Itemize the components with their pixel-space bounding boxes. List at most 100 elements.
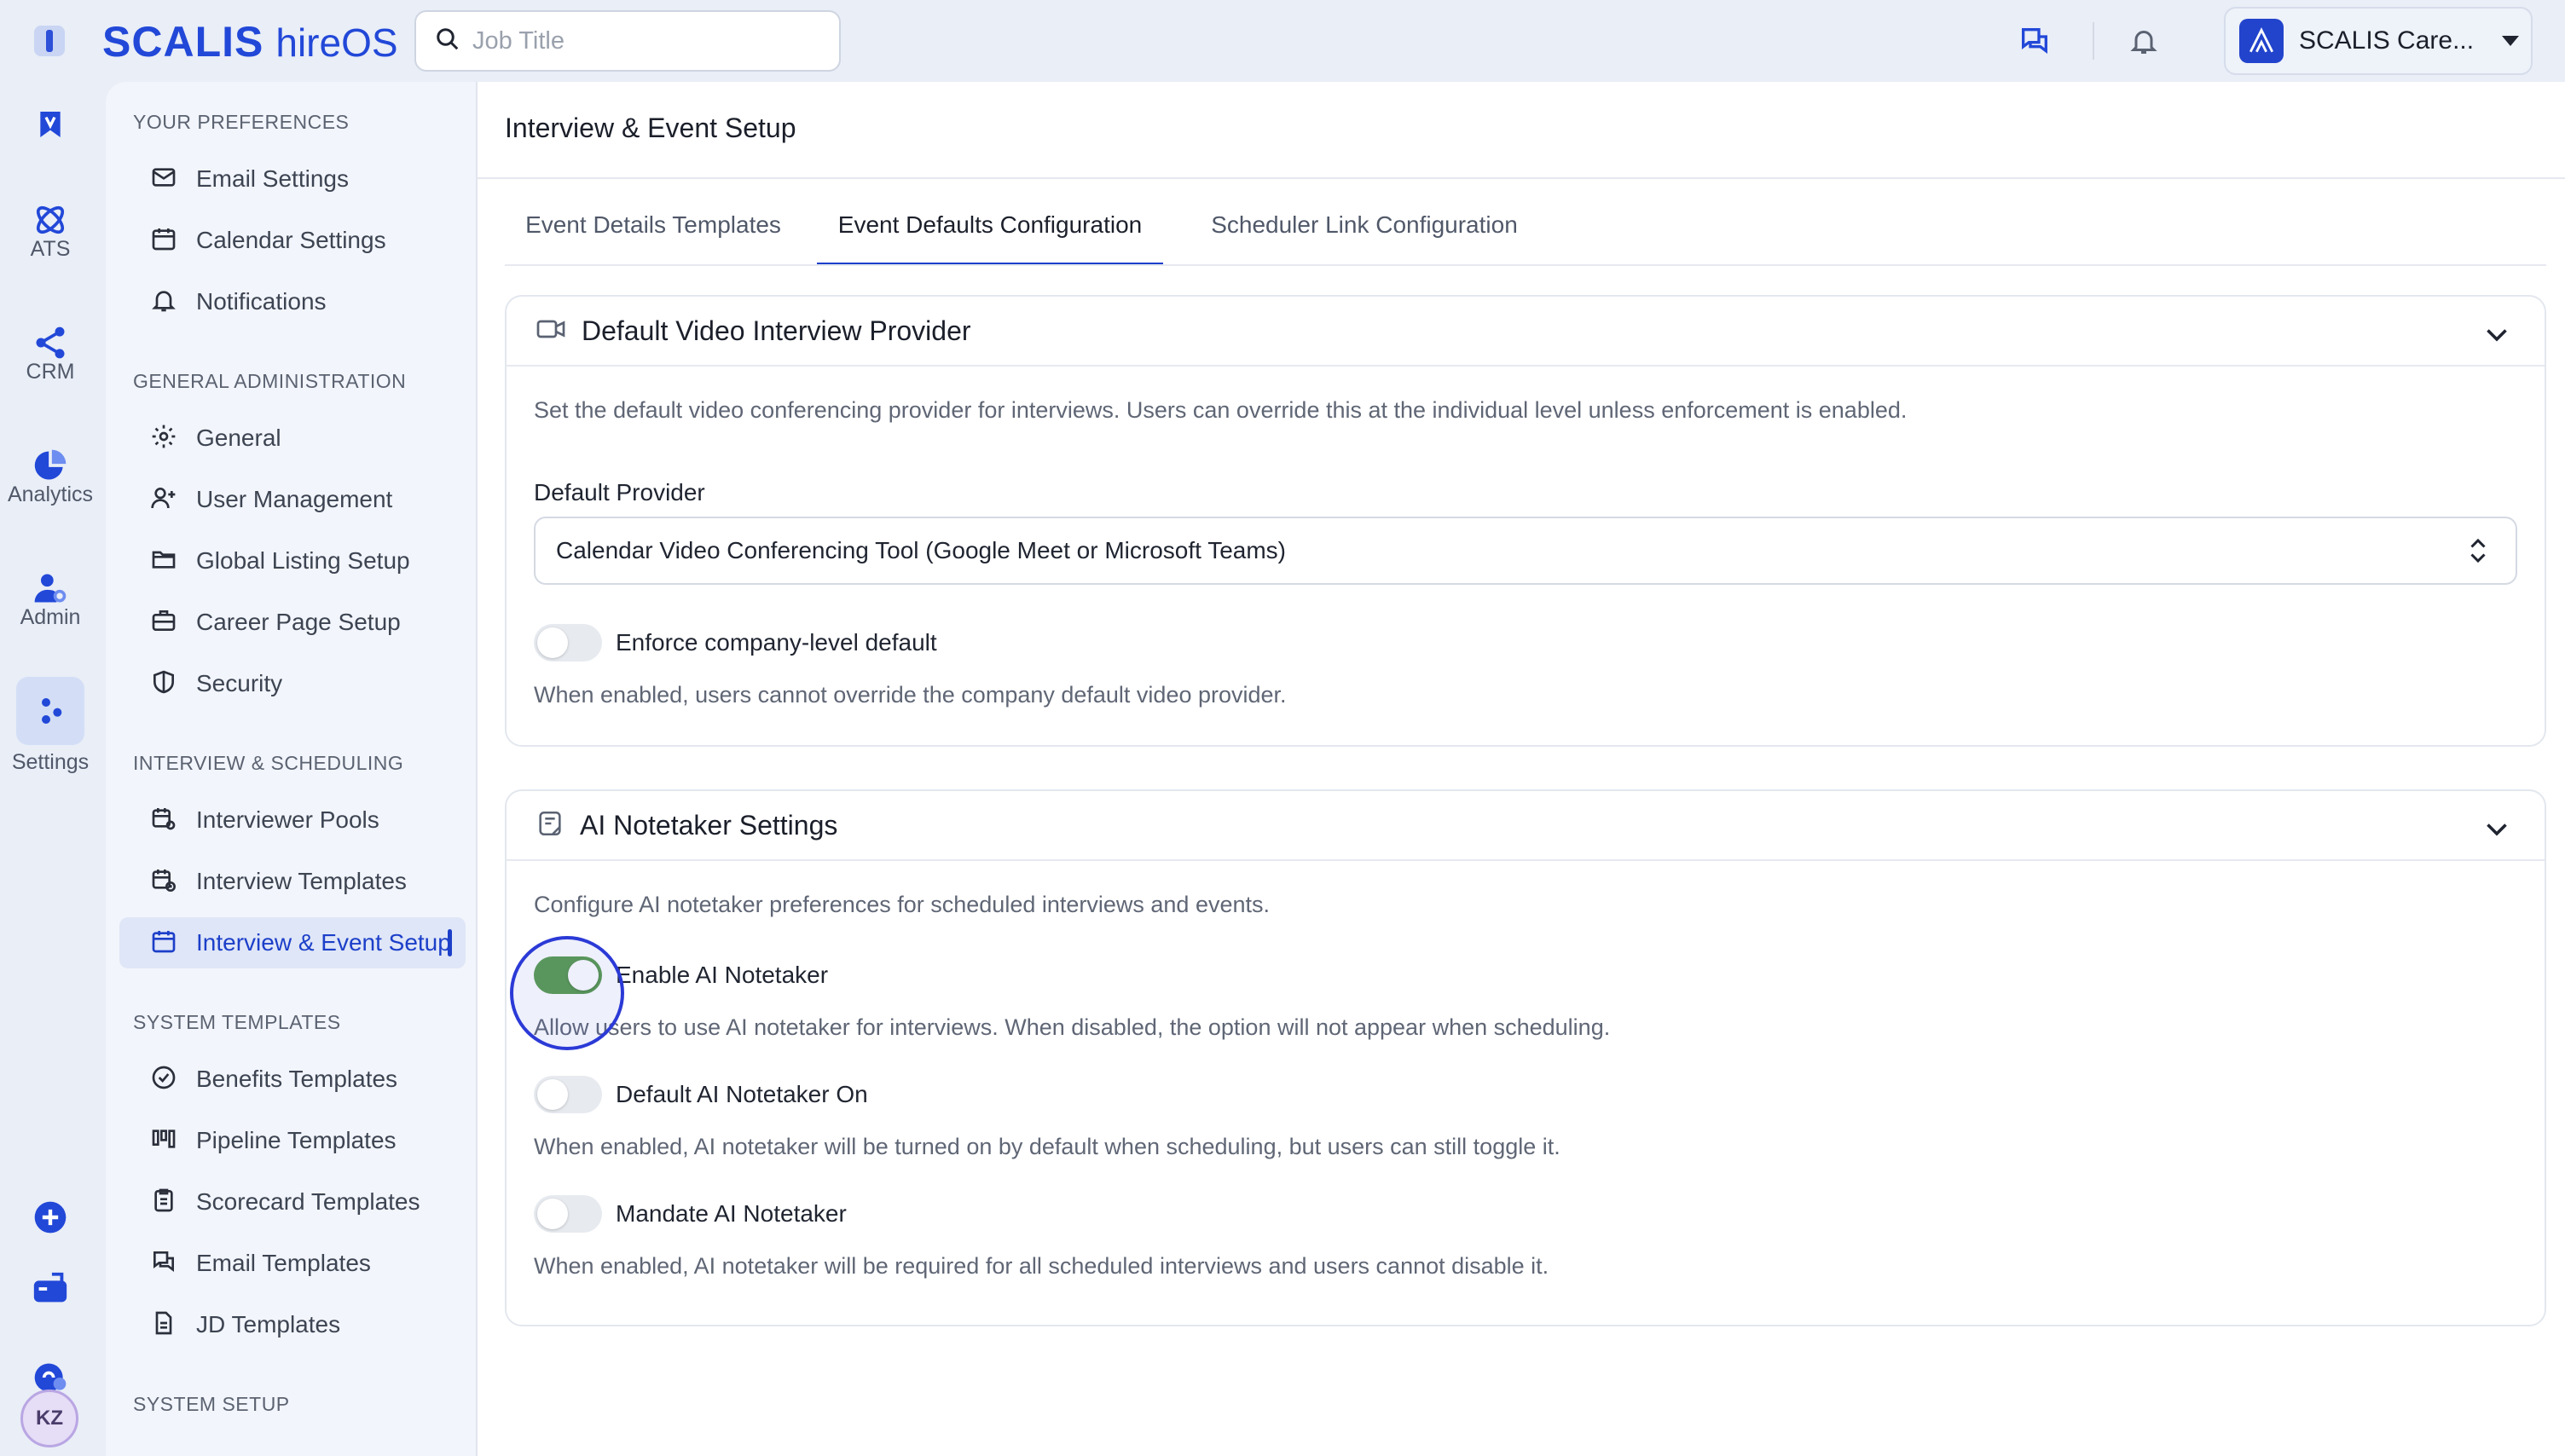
brand-name: SCALIS xyxy=(102,18,264,66)
rail-crm[interactable]: CRM xyxy=(0,309,101,384)
video-provider-description: Set the default video conferencing provi… xyxy=(534,397,1908,423)
gear-icon xyxy=(150,423,177,454)
sidebar-item-interviewer-pools[interactable]: Interviewer Pools xyxy=(119,794,466,846)
tabs-divider xyxy=(505,264,2546,266)
pipeline-icon xyxy=(150,1125,177,1157)
bell-icon[interactable] xyxy=(2123,20,2164,61)
sidebar-item-label: Benefits Templates xyxy=(196,1066,398,1092)
sidebar-item-interview-event-setup[interactable]: Interview & Event Setup xyxy=(119,917,466,968)
group-title-general-admin: GENERAL ADMINISTRATION xyxy=(133,370,407,392)
job-search[interactable] xyxy=(414,10,841,72)
sidebar-item-label: Scorecard Templates xyxy=(196,1188,420,1215)
chevron-down-icon[interactable] xyxy=(2481,813,2512,848)
ai-notetaker-description: Configure AI notetaker preferences for s… xyxy=(534,892,1270,917)
sidebar-item-scorecard-templates[interactable]: Scorecard Templates xyxy=(119,1176,466,1228)
sidebar-item-benefits-templates[interactable]: Benefits Templates xyxy=(119,1054,466,1105)
ai-notetaker-header[interactable]: AI Notetaker Settings xyxy=(507,791,2545,861)
sidebar-item-label: User Management xyxy=(196,486,393,512)
tab-event-defaults-configuration[interactable]: Event Defaults Configuration xyxy=(817,210,1163,266)
rail-label-analytics: Analytics xyxy=(7,482,94,506)
rail-add[interactable] xyxy=(0,1183,101,1251)
mandate-ai-notetaker-toggle[interactable] xyxy=(534,1195,602,1233)
mandate-ai-row: Mandate AI Notetaker xyxy=(534,1195,847,1233)
sidebar-item-user-management[interactable]: User Management xyxy=(119,474,466,525)
app-rail: ATS CRM Analytics Admin Settings xyxy=(0,82,101,1456)
company-switcher[interactable]: SCALIS Care... xyxy=(2224,7,2533,75)
sidebar-item-label: Security xyxy=(196,670,283,696)
sidebar-item-calendar-settings[interactable]: Calendar Settings xyxy=(119,215,466,266)
brand-logo[interactable]: SCALIS hireOS xyxy=(102,17,398,66)
rail-label-settings: Settings xyxy=(11,750,90,774)
settings-sidebar: YOUR PREFERENCES Email Settings Calendar… xyxy=(106,82,478,1456)
sidebar-item-interview-templates[interactable]: Interview Templates xyxy=(119,856,466,907)
briefcase-icon xyxy=(150,607,177,638)
sidebar-item-email-settings[interactable]: Email Settings xyxy=(119,153,466,205)
default-ai-notetaker-label: Default AI Notetaker On xyxy=(616,1081,868,1107)
rail-settings[interactable]: Settings xyxy=(0,677,101,775)
rail-bookmarks[interactable] xyxy=(0,90,101,159)
sidebar-item-label: General xyxy=(196,425,281,451)
calendar-icon xyxy=(150,927,177,959)
default-ai-row: Default AI Notetaker On xyxy=(534,1076,868,1113)
top-bar: SCALIS hireOS SCALIS Care... xyxy=(0,0,2565,82)
sidebar-item-notifications[interactable]: Notifications xyxy=(119,276,466,327)
page-title: Interview & Event Setup xyxy=(505,113,796,143)
sidebar-item-label: Global Listing Setup xyxy=(196,547,410,574)
tab-scheduler-link-configuration[interactable]: Scheduler Link Configuration xyxy=(1185,210,1543,266)
bell-icon xyxy=(150,286,177,318)
shield-icon xyxy=(150,668,177,700)
ai-notetaker-card: AI Notetaker Settings Configure AI notet… xyxy=(505,789,2546,1326)
messages-icon[interactable] xyxy=(2014,20,2055,61)
title-divider xyxy=(478,177,2565,179)
avatar[interactable]: KZ xyxy=(20,1390,78,1447)
company-logo xyxy=(2239,19,2284,63)
sidebar-item-label: Interviewer Pools xyxy=(196,806,379,833)
sidebar-item-label: Interview & Event Setup xyxy=(196,929,451,956)
click-highlight-ring xyxy=(510,936,624,1050)
folder-icon xyxy=(150,546,177,577)
sidebar-item-label: Pipeline Templates xyxy=(196,1127,397,1153)
default-provider-select[interactable]: Calendar Video Conferencing Tool (Google… xyxy=(534,517,2517,585)
sidebar-item-security[interactable]: Security xyxy=(119,658,466,709)
default-ai-notetaker-help: When enabled, AI notetaker will be turne… xyxy=(534,1134,1560,1159)
rail-analytics[interactable]: Analytics xyxy=(0,431,101,507)
sidebar-item-career-page[interactable]: Career Page Setup xyxy=(119,597,466,648)
chevron-down-icon xyxy=(2502,36,2519,46)
enforce-default-toggle[interactable] xyxy=(534,624,602,662)
video-provider-title: Default Video Interview Provider xyxy=(582,315,971,346)
search-input[interactable] xyxy=(472,26,814,55)
collapse-sidebar-button[interactable] xyxy=(34,26,65,56)
rail-inbox[interactable] xyxy=(0,1255,101,1323)
sidebar-item-general[interactable]: General xyxy=(119,413,466,464)
user-plus-icon xyxy=(150,484,177,516)
notes-icon xyxy=(536,809,565,842)
tab-bar: Event Details Templates Event Defaults C… xyxy=(505,210,2565,266)
group-title-system-setup: SYSTEM SETUP xyxy=(133,1393,290,1415)
default-ai-notetaker-toggle[interactable] xyxy=(534,1076,602,1113)
topbar-divider xyxy=(2093,22,2094,60)
brand-product: hireOS xyxy=(275,20,398,65)
sidebar-item-label: Email Templates xyxy=(196,1250,371,1276)
badge-check-icon xyxy=(150,1064,177,1095)
sidebar-item-global-listing[interactable]: Global Listing Setup xyxy=(119,535,466,586)
enable-ai-notetaker-help: Allow users to use AI notetaker for inte… xyxy=(534,1014,1611,1040)
video-camera-icon xyxy=(536,314,566,349)
sidebar-item-pipeline-templates[interactable]: Pipeline Templates xyxy=(119,1115,466,1166)
video-provider-header[interactable]: Default Video Interview Provider xyxy=(507,297,2545,367)
chevron-up-down-icon xyxy=(2463,535,2493,572)
sidebar-item-label: JD Templates xyxy=(196,1311,341,1338)
default-provider-label: Default Provider xyxy=(534,479,705,506)
video-provider-card: Default Video Interview Provider Set the… xyxy=(505,295,2546,747)
sidebar-item-jd-templates[interactable]: JD Templates xyxy=(119,1299,466,1350)
rail-admin[interactable]: Admin xyxy=(0,554,101,630)
chat-bubbles-icon xyxy=(150,1248,177,1280)
rail-ats[interactable]: ATS xyxy=(0,186,101,262)
chevron-down-icon[interactable] xyxy=(2481,319,2512,354)
document-icon xyxy=(150,1309,177,1341)
tab-event-details-templates[interactable]: Event Details Templates xyxy=(505,210,802,266)
sidebar-item-email-templates[interactable]: Email Templates xyxy=(119,1238,466,1289)
rail-label-admin: Admin xyxy=(20,605,81,629)
group-title-preferences: YOUR PREFERENCES xyxy=(133,111,350,133)
calendar-clock-icon xyxy=(150,866,177,898)
mandate-ai-notetaker-help: When enabled, AI notetaker will be requi… xyxy=(534,1253,1549,1279)
